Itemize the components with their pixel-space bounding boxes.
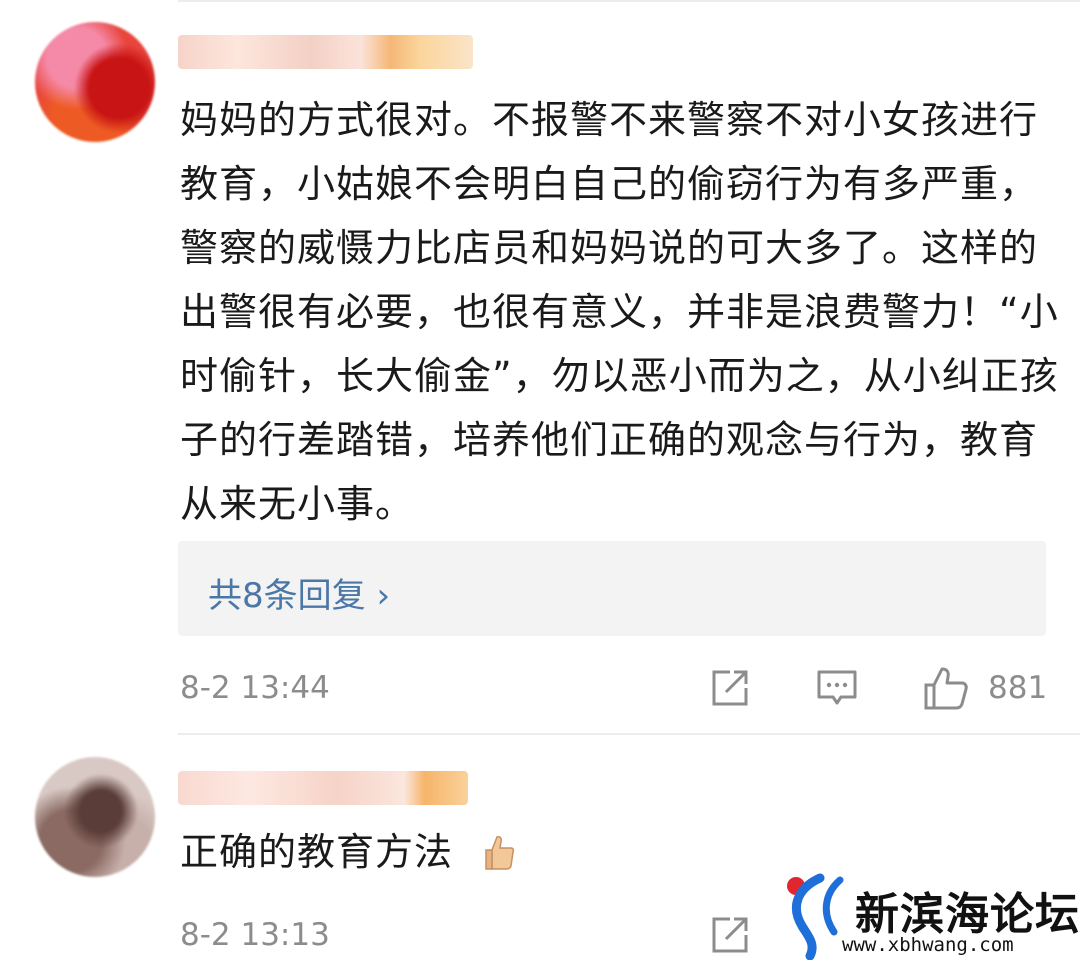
view-replies-link[interactable]: 共8条回复 › — [208, 568, 390, 617]
comment-actions: 8-2 13:44 881 — [0, 660, 1080, 716]
watermark-url: www.xbhwang.com — [842, 934, 1014, 956]
comment-icon[interactable] — [815, 666, 859, 710]
share-icon[interactable] — [708, 666, 752, 710]
username-blurred[interactable] — [178, 35, 473, 69]
avatar[interactable] — [35, 22, 155, 142]
share-icon[interactable] — [708, 913, 752, 957]
comment-text-content: 正确的教育方法 — [180, 830, 454, 874]
thumbs-up-icon[interactable] — [922, 664, 970, 712]
comment-text: 妈妈的方式很对。不报警不来警察不对小女孩进行教育，小姑娘不会明白自己的偷窃行为有… — [180, 98, 1059, 526]
replies-box[interactable]: 共8条回复 › — [178, 541, 1046, 636]
comment-timestamp: 8-2 13:44 — [180, 670, 330, 706]
like-count: 881 — [988, 670, 1048, 706]
watermark-title: 新滨海论坛 — [855, 889, 1080, 940]
avatar[interactable] — [35, 757, 155, 877]
site-watermark: 新滨海论坛 www.xbhwang.com — [780, 870, 1080, 975]
comment-timestamp: 8-2 13:13 — [180, 917, 330, 953]
thumbs-up-emoji — [485, 836, 515, 870]
comment-item: 妈妈的方式很对。不报警不来警察不对小女孩进行教育，小姑娘不会明白自己的偷窃行为有… — [0, 0, 1080, 735]
username-blurred[interactable] — [178, 771, 468, 805]
